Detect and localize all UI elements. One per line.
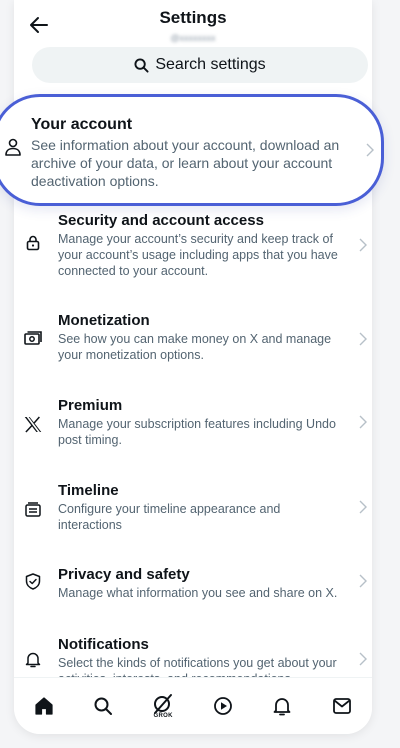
x-logo-icon	[24, 415, 42, 433]
bottom-nav: GROK	[14, 677, 372, 734]
mail-icon	[333, 698, 352, 714]
menu-text: Notifications Select the kinds of notifi…	[58, 636, 346, 678]
grok-label: GROK	[153, 713, 173, 719]
menu-description: Manage your account’s security and keep …	[58, 232, 338, 278]
shield-check-icon	[24, 572, 42, 590]
chevron-right-icon	[359, 238, 367, 252]
menu-item-notifications[interactable]: Notifications Select the kinds of notifi…	[14, 636, 372, 678]
menu-text: Your account See information about your …	[31, 115, 351, 190]
nav-notifications-button[interactable]	[262, 686, 302, 726]
title-wrap: Settings @xxxxxxxx	[14, 8, 372, 46]
menu-title: Privacy and safety	[58, 566, 190, 583]
menu-text: Timeline Configure your timeline appeara…	[58, 482, 346, 533]
chevron-right-icon	[359, 574, 367, 588]
grok-icon	[154, 694, 173, 714]
menu-description: Configure your timeline appearance and i…	[58, 502, 281, 532]
bell-icon	[274, 698, 291, 716]
menu-description: See information about your account, down…	[31, 137, 340, 189]
nav-home-button[interactable]	[24, 686, 64, 726]
search-icon	[94, 697, 113, 715]
header: Settings @xxxxxxxx	[14, 0, 372, 43]
menu-text: Privacy and safety Manage what informati…	[58, 566, 346, 601]
menu-item-monetization[interactable]: Monetization See how you can make money …	[14, 312, 372, 368]
menu-description: See how you can make money on X and mana…	[58, 332, 332, 362]
nav-video-button[interactable]	[203, 686, 243, 726]
menu-title: Premium	[58, 397, 123, 414]
menu-item-privacy[interactable]: Privacy and safety Manage what informati…	[14, 566, 372, 606]
account-handle: @xxxxxxxx	[170, 33, 216, 43]
money-icon	[24, 330, 42, 348]
nav-messages-button[interactable]	[322, 686, 362, 726]
chevron-right-icon	[359, 500, 367, 514]
menu-description: Manage your subscription features includ…	[58, 417, 336, 447]
person-icon	[5, 138, 21, 156]
chevron-right-icon	[359, 332, 367, 346]
nav-search-button[interactable]	[83, 686, 123, 726]
chevron-right-icon	[366, 143, 374, 157]
page-title: Settings	[159, 8, 227, 27]
search-input[interactable]: Search settings	[32, 47, 368, 83]
menu-description: Manage what information you see and shar…	[58, 586, 338, 600]
menu-text: Premium Manage your subscription feature…	[58, 397, 346, 448]
home-icon	[35, 697, 53, 715]
menu-title: Security and account access	[58, 212, 264, 229]
nav-grok-button[interactable]: GROK	[143, 686, 183, 726]
menu-description: Select the kinds of notifications you ge…	[58, 656, 337, 678]
bell-icon	[24, 650, 42, 668]
play-icon	[213, 697, 232, 715]
search-icon	[134, 57, 149, 73]
lock-icon	[24, 234, 42, 252]
menu-text: Security and account access Manage your …	[58, 212, 346, 279]
menu-item-timeline[interactable]: Timeline Configure your timeline appeara…	[14, 482, 372, 538]
chevron-right-icon	[359, 652, 367, 666]
menu-title: Timeline	[58, 482, 119, 499]
menu-item-your-account[interactable]: Your account See information about your …	[0, 94, 384, 206]
menu-title: Your account	[31, 116, 133, 133]
menu-text: Monetization See how you can make money …	[58, 312, 346, 363]
menu-item-security[interactable]: Security and account access Manage your …	[14, 212, 372, 282]
menu-title: Notifications	[58, 636, 149, 653]
timeline-icon	[24, 500, 42, 518]
chevron-right-icon	[359, 415, 367, 429]
menu-item-premium[interactable]: Premium Manage your subscription feature…	[14, 397, 372, 453]
search-placeholder: Search settings	[155, 56, 266, 73]
menu-title: Monetization	[58, 312, 150, 329]
